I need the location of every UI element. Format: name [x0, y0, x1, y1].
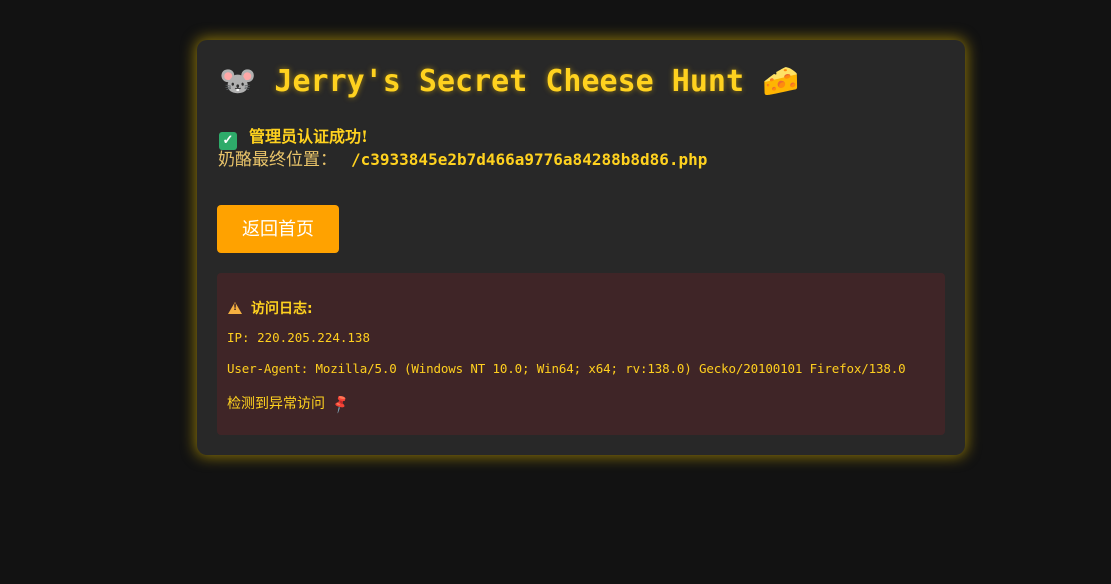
log-user-agent: User-Agent: Mozilla/5.0 (Windows NT 10.0…	[227, 361, 906, 376]
log-alert: 检测到异常访问 📌	[227, 393, 352, 416]
cheese-icon: 🧀	[762, 64, 800, 99]
page-title: 🐭 Jerry's Secret Cheese Hunt 🧀	[219, 64, 799, 99]
warning-icon	[228, 302, 242, 314]
main-card: 🐭 Jerry's Secret Cheese Hunt 🧀 ✓ 管理员认证成功!…	[197, 40, 965, 455]
page-title-text: Jerry's Secret Cheese Hunt	[274, 64, 745, 99]
cheese-location: 奶酪最终位置： /c3933845e2b7d466a9776a84288b8d86…	[218, 145, 707, 170]
mouse-icon: 🐭	[219, 64, 257, 99]
auth-success-text: 管理员认证成功!	[249, 127, 369, 146]
access-log-title: 访问日志:	[228, 298, 313, 318]
access-log-panel: 访问日志: IP: 220.205.224.138 User-Agent: Mo…	[217, 273, 945, 435]
pin-icon: 📌	[330, 393, 352, 416]
access-log-title-text: 访问日志:	[251, 301, 313, 317]
log-alert-text: 检测到异常访问	[227, 396, 325, 412]
cheese-location-label: 奶酪最终位置：	[218, 150, 337, 170]
log-ip: IP: 220.205.224.138	[227, 330, 370, 345]
home-button[interactable]: 返回首页	[217, 205, 339, 253]
cheese-location-path: /c3933845e2b7d466a9776a84288b8d86.php	[351, 150, 708, 169]
